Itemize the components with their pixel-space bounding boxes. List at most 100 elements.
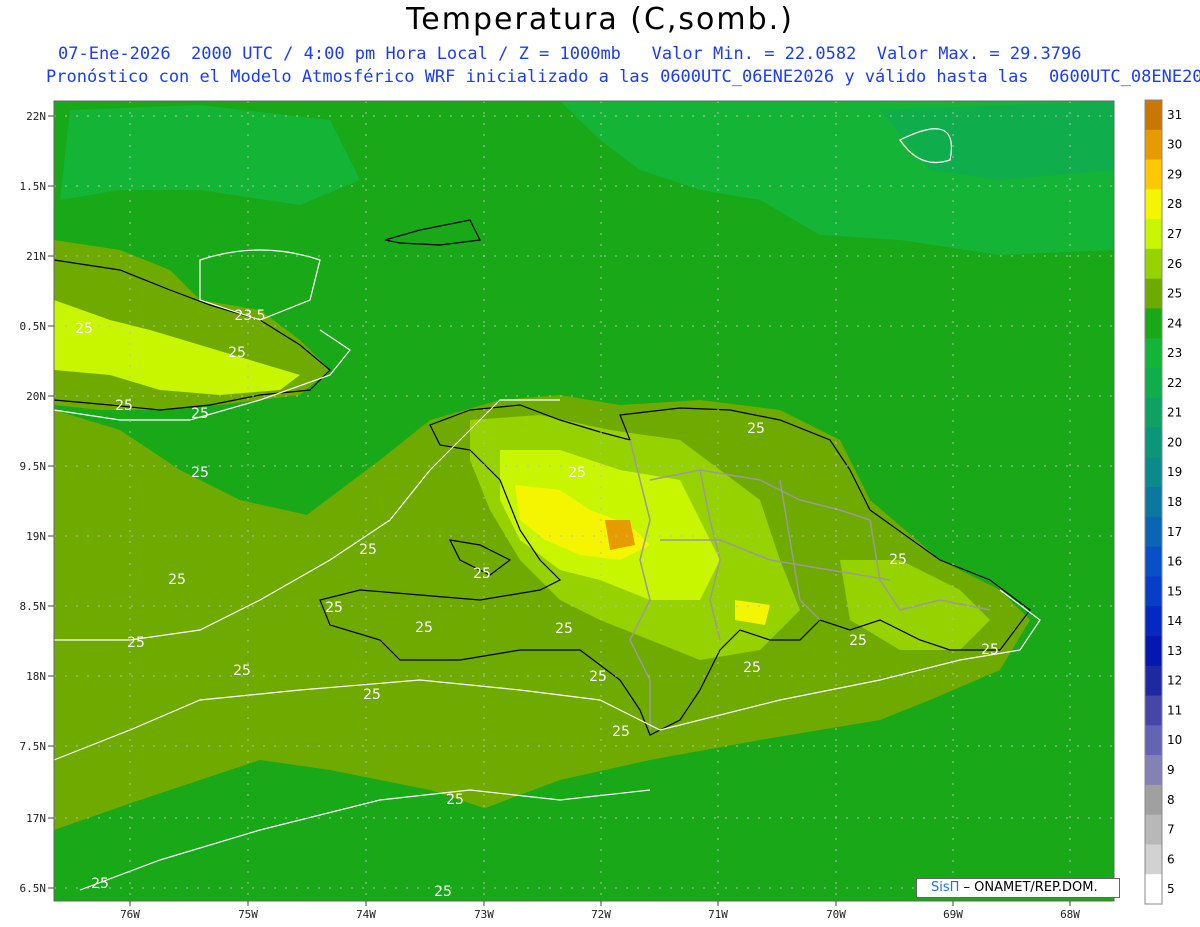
colorbar-swatch [1145,665,1162,697]
colorbar-label: 31 [1167,108,1182,122]
temperature-field [54,101,1114,901]
forecast-map: 22N 1.5N 21N 0.5N 20N 9.5N 19N 8.5N 18N 7.5N 17N 6.… [20,99,1182,921]
colorbar-label: 27 [1167,227,1182,241]
credit-box: SisΠ – ONAMET/REP.DOM. [916,878,1120,898]
contour-label: 25 [233,663,251,679]
colorbar-label: 22 [1167,376,1182,390]
colorbar-label: 9 [1167,763,1175,777]
colorbar-swatch [1145,546,1162,577]
lat-label: 8.5N [20,600,47,613]
contour-label: 25 [446,792,464,808]
lat-label: 19N [26,530,46,543]
contour-label: 25 [415,620,433,636]
colorbar-swatch [1145,755,1162,786]
colorbar-label: 19 [1167,465,1182,479]
colorbar-swatch [1145,278,1162,309]
contour-label: 25 [91,876,109,892]
colorbar-swatch [1145,814,1162,845]
credit-brand: SisΠ [931,880,960,895]
contour-label: 25 [191,465,209,481]
colorbar-label: 30 [1167,138,1182,152]
colorbar-swatch [1145,636,1162,667]
credit-text: – ONAMET/REP.DOM. [959,880,1098,895]
colorbar-label: 14 [1167,614,1182,628]
lon-label: 70W [826,908,846,921]
lat-label: 0.5N [20,320,47,333]
colorbar-label: 12 [1167,674,1182,688]
contour-label: 25 [191,406,209,422]
colorbar-swatch [1145,159,1162,190]
colorbar-label: 5 [1167,882,1175,896]
lat-label: 18N [26,670,46,683]
contour-label: 25 [981,642,999,658]
longitude-axis: 76W 75W 74W 73W 72W 71W 70W 69W 68W [120,901,1080,921]
contour-label: 25 [555,621,573,637]
contour-label: 25 [589,669,607,685]
lat-label: 21N [26,250,46,263]
colorbar-label: 23 [1167,346,1182,360]
lat-label: 1.5N [20,180,47,193]
colorbar-swatch [1145,576,1162,607]
colorbar-label: 24 [1167,316,1182,330]
colorbar-swatch [1145,189,1162,220]
contour-label: 25 [115,398,133,414]
contour-label: 25 [434,884,452,900]
colorbar-swatch [1145,695,1162,726]
lat-label: 9.5N [20,460,47,473]
colorbar-label: 8 [1167,793,1175,807]
colorbar-swatch [1145,427,1162,458]
colorbar-label: 21 [1167,406,1182,420]
lat-label: 17N [26,812,46,825]
contour-label: 25 [568,465,586,481]
colorbar-swatch [1145,100,1162,131]
contour-label: 25 [325,600,343,616]
contour-label: 25 [889,552,907,568]
lon-label: 75W [238,908,258,921]
colorbar: 31 30 29 28 27 26 25 24 23 22 21 20 19 18 17 16 15 14 13 12… [1144,99,1182,905]
colorbar-label: 26 [1167,257,1182,271]
colorbar-label: 18 [1167,495,1182,509]
colorbar-swatch [1145,457,1162,488]
contour-label: 25 [363,687,381,703]
colorbar-label: 28 [1167,197,1182,211]
colorbar-label: 17 [1167,525,1182,539]
colorbar-swatch [1145,606,1162,637]
colorbar-swatch [1145,487,1162,518]
lat-label: 7.5N [20,740,47,753]
colorbar-swatch [1145,844,1162,875]
colorbar-label: 7 [1167,823,1175,837]
colorbar-swatch [1145,338,1162,369]
colorbar-label: 16 [1167,555,1182,569]
contour-label: 25 [849,633,867,649]
lon-label: 76W [120,908,140,921]
colorbar-label: 13 [1167,644,1182,658]
contour-label: 25 [168,572,186,588]
colorbar-label: 15 [1167,584,1182,598]
lon-label: 69W [943,908,963,921]
contour-label: 25 [75,321,93,337]
lon-label: 68W [1060,908,1080,921]
contour-label: 25 [743,660,761,676]
colorbar-label: 6 [1167,852,1175,866]
lon-label: 71W [708,908,728,921]
colorbar-label: 29 [1167,167,1182,181]
lat-label: 20N [26,390,46,403]
colorbar-swatch [1145,725,1162,756]
lat-label: 22N [26,110,46,123]
colorbar-swatch [1145,784,1162,816]
colorbar-swatch [1145,219,1162,250]
cool-sea-area [60,105,360,205]
lon-label: 73W [474,908,494,921]
contour-label: 25 [473,566,491,582]
colorbar-label: 25 [1167,287,1182,301]
contour-label: 25 [747,421,765,437]
lon-label: 72W [591,908,611,921]
colorbar-label: 10 [1167,733,1182,747]
lat-label: 6.5N [20,882,47,895]
latitude-axis: 22N 1.5N 21N 0.5N 20N 9.5N 19N 8.5N 18N 7.5N 17N 6.… [20,110,54,895]
colorbar-swatch [1145,129,1162,161]
colorbar-swatch [1145,308,1162,339]
colorbar-label: 20 [1167,435,1182,449]
contour-label: 23.5 [234,308,265,324]
lon-label: 74W [356,908,376,921]
